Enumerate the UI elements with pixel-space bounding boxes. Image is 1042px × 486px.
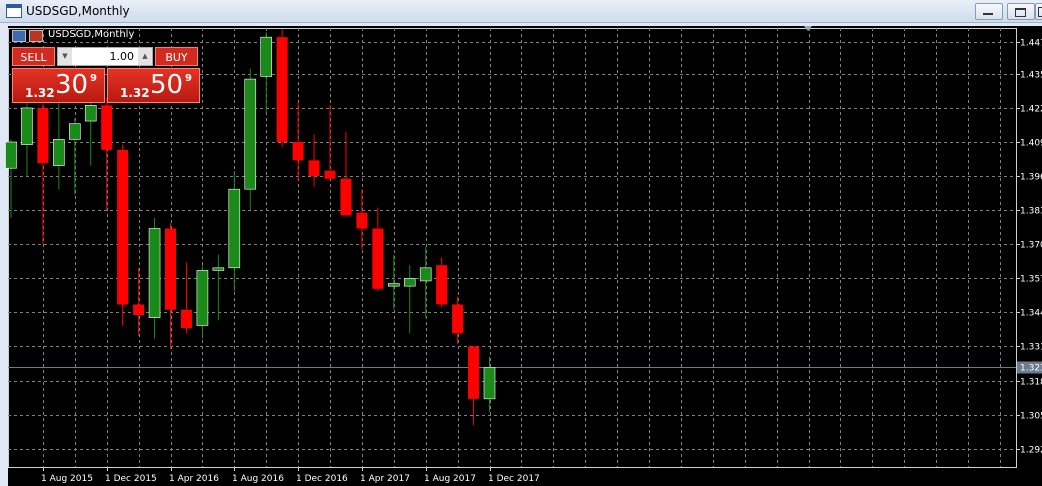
candle-body bbox=[37, 107, 49, 163]
candle bbox=[292, 102, 304, 182]
candle bbox=[452, 296, 464, 344]
candle-body bbox=[419, 267, 432, 282]
sell-button[interactable]: SELL bbox=[12, 47, 55, 66]
candle-body bbox=[387, 283, 400, 287]
y-tick-label: 1.409 bbox=[1020, 139, 1042, 149]
candle-body bbox=[260, 36, 273, 77]
chart-symbol-label: USDSGD,Monthly bbox=[48, 29, 135, 40]
y-tick-label: 1.292 bbox=[1020, 446, 1042, 456]
y-tick-label: 1.370 bbox=[1020, 241, 1042, 251]
candle-body bbox=[212, 267, 225, 271]
candle-body bbox=[53, 139, 65, 166]
candle-body bbox=[148, 228, 161, 318]
y-tick-label: 1.435 bbox=[1020, 71, 1042, 81]
candle bbox=[196, 265, 209, 339]
current-price-label: 1.323 bbox=[1020, 364, 1042, 374]
candle bbox=[228, 170, 241, 292]
y-tick-label: 1.318 bbox=[1020, 378, 1042, 388]
y-tick-label: 1.331 bbox=[1020, 343, 1042, 353]
candle-body bbox=[5, 141, 17, 169]
x-tick-label: 1 Dec 2016 bbox=[296, 474, 348, 484]
candle-body bbox=[133, 304, 145, 315]
candle bbox=[180, 262, 192, 334]
lot-size-value[interactable]: 1.00 bbox=[74, 48, 136, 65]
sell-price-box[interactable]: 1.32 30 9 bbox=[12, 68, 105, 103]
candle-body bbox=[483, 367, 496, 400]
candle bbox=[148, 218, 161, 339]
candle bbox=[356, 189, 368, 250]
buy-button[interactable]: BUY bbox=[155, 47, 198, 66]
buy-price-box[interactable]: 1.32 50 9 bbox=[107, 68, 200, 103]
candle-body bbox=[69, 123, 81, 140]
buy-price-fraction: 9 bbox=[185, 73, 192, 84]
candle-body bbox=[21, 107, 33, 145]
candle bbox=[276, 29, 288, 148]
candle bbox=[37, 94, 49, 245]
candle bbox=[387, 254, 400, 310]
candle bbox=[419, 246, 432, 318]
lot-increase-arrow-icon[interactable]: ▲ bbox=[138, 48, 152, 65]
candle bbox=[69, 118, 81, 195]
candle-body bbox=[436, 265, 448, 305]
candle-body bbox=[292, 142, 304, 161]
candle bbox=[244, 68, 257, 211]
y-tick-label: 1.357 bbox=[1020, 275, 1042, 285]
sell-price-fraction: 9 bbox=[90, 73, 97, 84]
sell-price-prefix: 1.32 bbox=[25, 86, 55, 100]
candle bbox=[483, 356, 496, 412]
candle-body bbox=[403, 277, 416, 287]
one-click-trading-panel: SELL ▼ 1.00 ▲ BUY 1.32 30 9 1.32 50 9 bbox=[12, 46, 200, 103]
candle bbox=[372, 207, 384, 292]
y-tick-label: 1.344 bbox=[1020, 309, 1042, 319]
candle-body bbox=[165, 228, 176, 310]
x-tick-label: 1 Apr 2017 bbox=[360, 474, 410, 484]
y-tick-label: 1.447 bbox=[1020, 39, 1042, 49]
candle-body bbox=[356, 212, 368, 229]
candle bbox=[324, 105, 336, 182]
candle-body bbox=[84, 105, 97, 122]
candle bbox=[5, 139, 17, 219]
y-tick-label: 1.305 bbox=[1020, 412, 1042, 422]
candle bbox=[403, 265, 416, 334]
candle bbox=[260, 31, 273, 114]
candle bbox=[165, 223, 176, 350]
candle-body bbox=[452, 304, 464, 334]
candle-body bbox=[244, 78, 257, 190]
candle bbox=[436, 257, 448, 308]
chart-properties-icon[interactable] bbox=[12, 30, 26, 42]
x-tick-label: 1 Dec 2015 bbox=[105, 474, 157, 484]
buy-price-main: 50 bbox=[150, 70, 184, 100]
y-tick-label: 1.422 bbox=[1020, 105, 1042, 115]
candle-body bbox=[180, 309, 192, 329]
sell-price-main: 30 bbox=[55, 70, 89, 100]
candle-body bbox=[324, 170, 336, 179]
candle-body bbox=[117, 149, 129, 305]
candle bbox=[212, 254, 225, 321]
candle-body bbox=[468, 346, 480, 399]
y-tick-label: 1.383 bbox=[1020, 207, 1042, 217]
x-tick-label: 1 Apr 2016 bbox=[169, 474, 219, 484]
symbol-flag-icon bbox=[29, 30, 43, 42]
x-tick-label: 1 Dec 2017 bbox=[488, 474, 540, 484]
candle bbox=[101, 97, 113, 211]
x-tick-label: 1 Aug 2017 bbox=[424, 474, 476, 484]
candle-body bbox=[340, 178, 352, 216]
candle bbox=[117, 144, 129, 326]
candle-body bbox=[101, 105, 113, 150]
candle bbox=[340, 131, 352, 216]
candle-body bbox=[228, 188, 241, 269]
candle-body bbox=[308, 160, 320, 177]
candle-body bbox=[276, 37, 288, 143]
lot-size-field[interactable]: ▼ 1.00 ▲ bbox=[57, 47, 153, 66]
buy-price-prefix: 1.32 bbox=[120, 86, 150, 100]
lot-decrease-arrow-icon[interactable]: ▼ bbox=[58, 48, 72, 65]
x-tick-label: 1 Aug 2016 bbox=[232, 474, 284, 484]
y-tick-label: 1.396 bbox=[1020, 173, 1042, 183]
candle-body bbox=[196, 270, 209, 326]
candle bbox=[468, 346, 480, 426]
x-tick-label: 1 Aug 2015 bbox=[41, 474, 93, 484]
candle-body bbox=[372, 228, 384, 289]
